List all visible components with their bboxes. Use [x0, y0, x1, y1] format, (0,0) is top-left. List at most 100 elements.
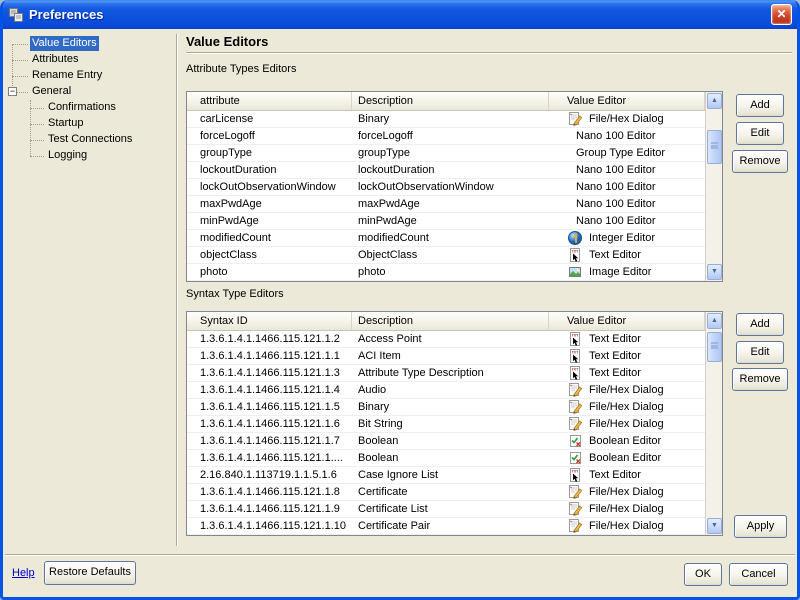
scroll-up-icon[interactable]: ▲	[707, 313, 722, 329]
tree-item-rename-entry[interactable]: Rename Entry	[8, 68, 173, 84]
syntax-table-scrollbar[interactable]: ▲ ▼	[705, 312, 722, 535]
tree-main-divider	[176, 34, 178, 546]
column-header-syntax-id[interactable]: Syntax ID	[187, 312, 352, 330]
cell-description: Boolean	[352, 433, 549, 449]
table-row[interactable]: 1.3.6.1.4.1.1466.115.121.1.4AudioFile/He…	[187, 382, 705, 399]
scroll-down-icon[interactable]: ▼	[707, 264, 722, 280]
column-header-value-editor[interactable]: Value Editor	[549, 92, 705, 110]
tree-item-startup[interactable]: Startup	[8, 116, 173, 132]
cell-value-editor: File/Hex Dialog	[549, 382, 705, 398]
syntax-edit-button[interactable]: Edit	[736, 341, 784, 364]
table-row[interactable]: 1.3.6.1.4.1.1466.115.121.1.8CertificateF…	[187, 484, 705, 501]
collapse-minus-icon[interactable]: −	[8, 87, 17, 96]
cell-syntax-id: 1.3.6.1.4.1.1466.115.121.1.9	[187, 501, 352, 517]
tree-item-confirmations[interactable]: Confirmations	[8, 100, 173, 116]
tree-item-label: Value Editors	[30, 36, 99, 51]
cell-value-editor: Nano 100 Editor	[549, 196, 705, 212]
cell-description: groupType	[352, 145, 549, 161]
table-row[interactable]: 1.3.6.1.4.1.1466.115.121.1.7BooleanBoole…	[187, 433, 705, 450]
file-hex-dialog-icon	[567, 416, 583, 432]
table-row[interactable]: 1.3.6.1.4.1.1466.115.121.1.5BinaryFile/H…	[187, 399, 705, 416]
integer-editor-icon	[567, 230, 583, 246]
cell-description: Certificate Pair	[352, 518, 549, 534]
column-header-description[interactable]: Description	[352, 312, 549, 330]
value-editor-label: File/Hex Dialog	[589, 384, 664, 396]
table-row[interactable]: lockoutDurationlockoutDurationNano 100 E…	[187, 162, 705, 179]
text-editor-icon: TXT	[567, 331, 583, 347]
table-row[interactable]: 1.3.6.1.4.1.1466.115.121.1.2Access Point…	[187, 331, 705, 348]
syntax-table-header: Syntax IDDescriptionValue Editor	[187, 312, 705, 331]
cell-attribute: photo	[187, 264, 352, 280]
ok-button[interactable]: OK	[684, 563, 722, 586]
cell-syntax-id: 1.3.6.1.4.1.1466.115.121.1.1	[187, 348, 352, 364]
tree-item-general[interactable]: −General	[8, 84, 173, 100]
table-row[interactable]: 2.16.840.1.113719.1.1.5.1.6Case Ignore L…	[187, 467, 705, 484]
syntax-remove-button[interactable]: Remove	[732, 368, 788, 391]
help-link[interactable]: Help	[12, 567, 35, 579]
value-editor-label: File/Hex Dialog	[589, 486, 664, 498]
apply-button[interactable]: Apply	[734, 515, 787, 538]
attribute-table-scrollbar[interactable]: ▲ ▼	[705, 92, 722, 281]
tree-item-test-connections[interactable]: Test Connections	[8, 132, 173, 148]
tree-item-attributes[interactable]: Attributes	[8, 52, 173, 68]
table-row[interactable]: minPwdAgeminPwdAgeNano 100 Editor	[187, 213, 705, 230]
boolean-editor-icon	[567, 433, 583, 449]
scroll-up-icon[interactable]: ▲	[707, 93, 722, 109]
value-editor-label: Group Type Editor	[576, 147, 665, 159]
value-editor-label: File/Hex Dialog	[589, 418, 664, 430]
thumb-grip-icon	[711, 342, 718, 349]
table-row[interactable]: objectClassObjectClassTXTText Editor	[187, 247, 705, 264]
scroll-down-icon[interactable]: ▼	[707, 518, 722, 534]
syntax-add-button[interactable]: Add	[736, 313, 784, 336]
thumb-grip-icon	[711, 142, 718, 149]
table-row[interactable]: 1.3.6.1.4.1.1466.115.121.1.3Attribute Ty…	[187, 365, 705, 382]
attribute-add-button[interactable]: Add	[736, 94, 784, 117]
table-row[interactable]: carLicenseBinaryFile/Hex Dialog	[187, 111, 705, 128]
cell-description: ObjectClass	[352, 247, 549, 263]
cell-syntax-id: 1.3.6.1.4.1.1466.115.121.1.3	[187, 365, 352, 381]
cell-description: lockOutObservationWindow	[352, 179, 549, 195]
scrollbar-thumb[interactable]	[707, 130, 722, 164]
close-button[interactable]: ✕	[771, 4, 792, 25]
cancel-button[interactable]: Cancel	[729, 563, 788, 586]
column-header-description[interactable]: Description	[352, 92, 549, 110]
column-header-value-editor[interactable]: Value Editor	[549, 312, 705, 330]
column-header-attribute[interactable]: attribute	[187, 92, 352, 110]
cell-description: modifiedCount	[352, 230, 549, 246]
table-row[interactable]: forceLogoffforceLogoffNano 100 Editor	[187, 128, 705, 145]
table-row[interactable]: 1.3.6.1.4.1.1466.115.121.1.9Certificate …	[187, 501, 705, 518]
value-editor-label: File/Hex Dialog	[589, 503, 664, 515]
preferences-app-icon	[8, 7, 24, 23]
attribute-remove-button[interactable]: Remove	[732, 150, 788, 173]
value-editor-label: Text Editor	[589, 333, 641, 345]
cell-syntax-id: 1.3.6.1.4.1.1466.115.121.1....	[187, 450, 352, 466]
value-editor-label: File/Hex Dialog	[589, 401, 664, 413]
tree-item-label: Attributes	[30, 52, 80, 67]
table-row[interactable]: 1.3.6.1.4.1.1466.115.121.1.10Certificate…	[187, 518, 705, 535]
table-row[interactable]: groupTypegroupType Group Type Editor	[187, 145, 705, 162]
dialog-content: Value EditorsAttributesRename Entry−Gene…	[3, 29, 797, 597]
table-row[interactable]: 1.3.6.1.4.1.1466.115.121.1....BooleanBoo…	[187, 450, 705, 467]
cell-attribute: groupType	[187, 145, 352, 161]
table-row[interactable]: modifiedCountmodifiedCountInteger Editor	[187, 230, 705, 247]
table-row[interactable]: maxPwdAgemaxPwdAgeNano 100 Editor	[187, 196, 705, 213]
table-row[interactable]: 1.3.6.1.4.1.1466.115.121.1.1ACI ItemTXTT…	[187, 348, 705, 365]
table-row[interactable]: photophotoImage Editor	[187, 264, 705, 281]
tree-item-logging[interactable]: Logging	[8, 148, 173, 164]
cell-description: ACI Item	[352, 348, 549, 364]
table-row[interactable]: lockOutObservationWindowlockOutObservati…	[187, 179, 705, 196]
heading-separator	[186, 52, 792, 54]
scrollbar-thumb[interactable]	[707, 332, 722, 362]
attribute-edit-button[interactable]: Edit	[736, 122, 784, 145]
image-editor-icon	[567, 264, 583, 280]
file-hex-dialog-icon	[567, 399, 583, 415]
tree-item-label: Confirmations	[46, 100, 118, 115]
restore-defaults-button[interactable]: Restore Defaults	[44, 561, 136, 585]
cell-description: minPwdAge	[352, 213, 549, 229]
tree-item-value-editors[interactable]: Value Editors	[8, 36, 173, 52]
cell-value-editor: File/Hex Dialog	[549, 399, 705, 415]
syntax-type-editors-label: Syntax Type Editors	[186, 288, 284, 300]
table-row[interactable]: 1.3.6.1.4.1.1466.115.121.1.6Bit StringFi…	[187, 416, 705, 433]
cell-attribute: maxPwdAge	[187, 196, 352, 212]
cell-value-editor: Image Editor	[549, 264, 705, 280]
